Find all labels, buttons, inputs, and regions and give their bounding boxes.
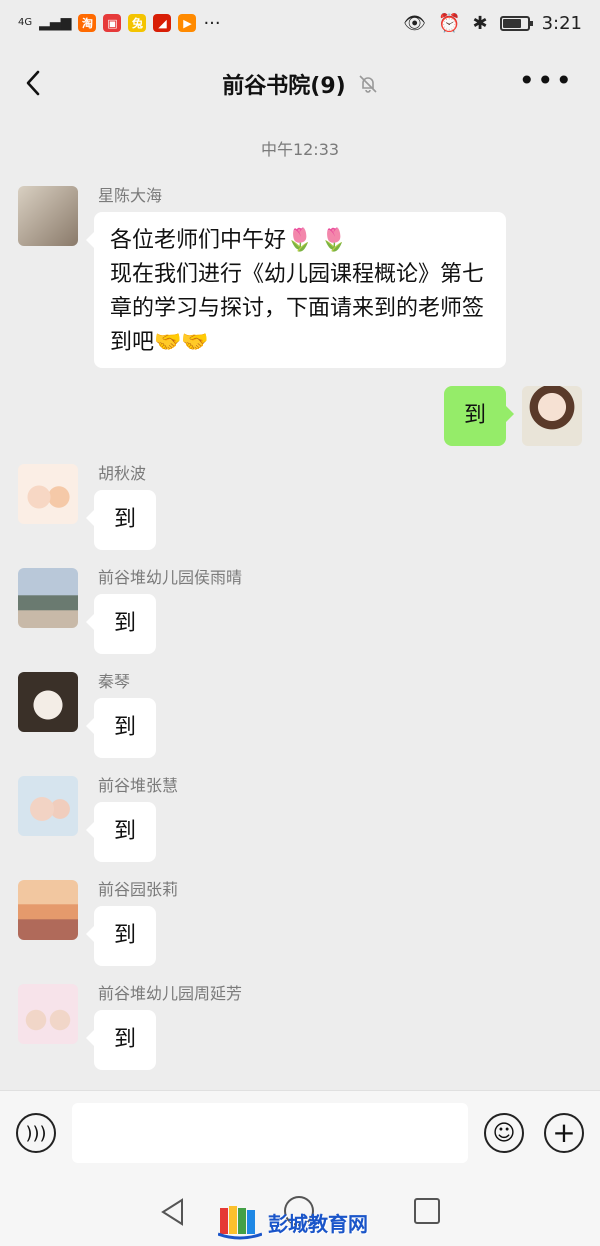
- sender-name: 胡秋波: [98, 464, 147, 483]
- book-app-icon: ▣: [103, 14, 122, 32]
- message-bubble[interactable]: 到: [86, 594, 156, 654]
- back-arrow-icon[interactable]: [20, 68, 50, 98]
- more-options-icon[interactable]: •••: [518, 67, 574, 95]
- nav-back-icon[interactable]: [160, 1198, 186, 1226]
- sender-name: 前谷堆幼儿园周延芳: [98, 984, 243, 1003]
- sender-name: 前谷堆幼儿园侯雨晴: [98, 568, 243, 587]
- sender-name: 前谷园张莉: [98, 880, 179, 899]
- add-attachment-icon[interactable]: +: [544, 1113, 584, 1153]
- message-bubble[interactable]: 到: [86, 1010, 156, 1070]
- battery-icon: [499, 15, 533, 31]
- message-input[interactable]: [72, 1103, 468, 1163]
- signal-icon: ▂▄▆: [39, 15, 72, 31]
- chat-title: 前谷书院(9): [222, 74, 346, 99]
- message-bubble[interactable]: 到: [86, 698, 156, 758]
- sender-name: 前谷堆张慧: [98, 776, 179, 795]
- clock-time: 3:21: [541, 12, 582, 34]
- avatar[interactable]: [18, 186, 78, 246]
- avatar[interactable]: [18, 984, 78, 1044]
- message-bubble[interactable]: 到: [86, 906, 156, 966]
- my-message-bubble[interactable]: 到: [444, 386, 514, 446]
- watermark: 彭城教育网: [218, 1204, 368, 1240]
- message-bubble[interactable]: 到: [86, 802, 156, 862]
- avatar[interactable]: [18, 568, 78, 628]
- network-indicator: 4G: [18, 17, 33, 28]
- alarm-icon: ⏰: [438, 12, 461, 34]
- avatar[interactable]: [18, 880, 78, 940]
- sender-name: 星陈大海: [98, 186, 163, 205]
- taobao-app-icon: 淘: [78, 14, 97, 32]
- emoji-icon[interactable]: ☺: [484, 1113, 524, 1153]
- voice-input-icon[interactable]: ))): [16, 1113, 56, 1153]
- bluetooth-icon: ✱: [472, 12, 488, 34]
- more-notifications-icon: ···: [203, 12, 221, 34]
- mute-bell-icon: [359, 75, 377, 93]
- watermark-logo-icon: [218, 1206, 262, 1240]
- rabbit-app-icon: 兔: [128, 14, 147, 32]
- watermark-text: 彭城教育网: [268, 1211, 368, 1236]
- avatar[interactable]: [18, 776, 78, 836]
- my-message-item: 到: [442, 386, 582, 446]
- input-bar: ))) ☺ +: [0, 1090, 600, 1177]
- eye-icon: 👁: [403, 12, 427, 34]
- message-bubble[interactable]: 到: [86, 490, 156, 550]
- video-app-icon: ▶: [178, 14, 197, 32]
- sender-name: 秦琴: [98, 672, 131, 691]
- avatar[interactable]: [18, 672, 78, 732]
- status-bar: 4G ▂▄▆ 淘 ▣ 兔 ◢ ▶ ··· 👁 ⏰ ✱ 3:21: [0, 0, 600, 46]
- message-timestamp: 中午12:33: [260, 140, 340, 159]
- news-app-icon: ◢: [153, 14, 172, 32]
- nav-recent-apps-icon[interactable]: [414, 1198, 440, 1224]
- my-avatar[interactable]: [522, 386, 582, 446]
- chat-header: 前谷书院(9) •••: [0, 46, 600, 122]
- message-bubble[interactable]: 各位老师们中午好🌷 🌷 现在我们进行《幼儿园课程概论》第七章的学习与探讨，下面请…: [86, 212, 506, 368]
- avatar[interactable]: [18, 464, 78, 524]
